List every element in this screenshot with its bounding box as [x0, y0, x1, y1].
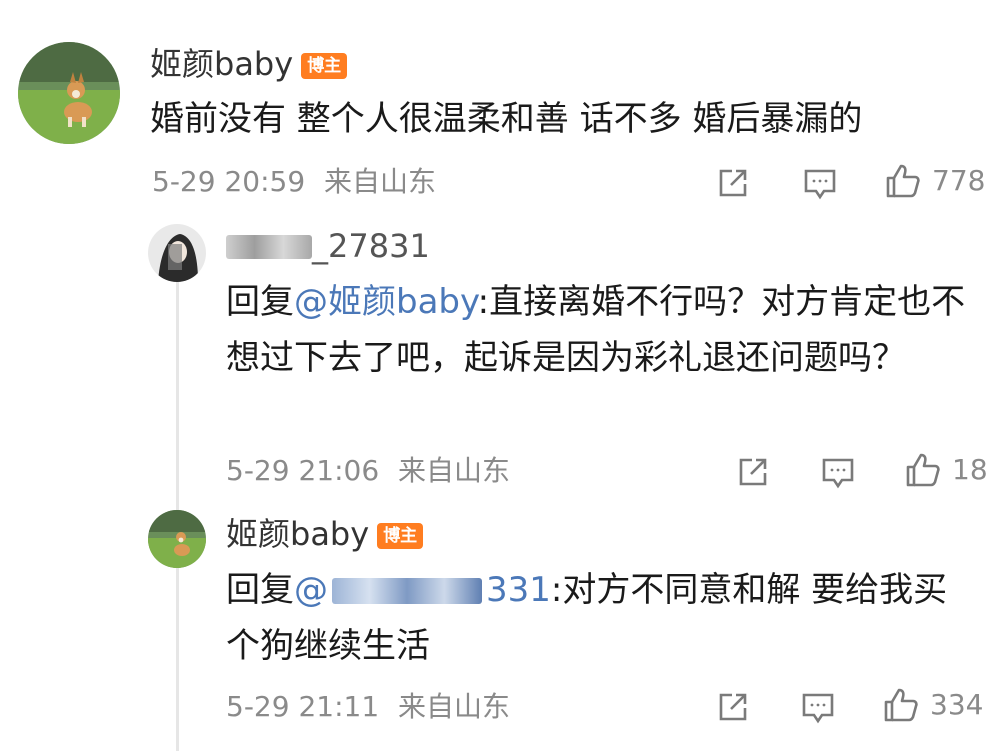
share-icon	[716, 166, 750, 200]
like-icon	[884, 162, 922, 200]
comment-text: 婚前没有 整个人很温柔和善 话不多 婚后暴漏的	[150, 99, 863, 139]
reply-button[interactable]	[820, 455, 856, 491]
share-button[interactable]	[736, 455, 770, 489]
avatar[interactable]	[148, 224, 206, 282]
timestamp: 5-29 21:06	[226, 454, 380, 487]
author-badge: 博主	[377, 523, 424, 549]
like-count: 18	[952, 453, 988, 486]
reply-meta: 5-29 21:11 来自山东	[226, 693, 510, 721]
reply-prefix: 回复	[226, 282, 294, 322]
avatar[interactable]	[18, 42, 120, 144]
like-icon	[882, 686, 920, 724]
comment-icon	[802, 166, 838, 202]
comment-meta: 5-29 20:59 来自山东	[152, 168, 436, 196]
author-name[interactable]: 姬颜baby	[226, 515, 369, 553]
like-button[interactable]: 334	[882, 686, 983, 724]
like-count: 334	[930, 688, 984, 721]
share-button[interactable]	[716, 166, 750, 200]
comment-author[interactable]: 姬颜baby 博主	[150, 45, 348, 83]
share-icon	[716, 690, 750, 724]
location: 来自山东	[398, 690, 511, 723]
location: 来自山东	[324, 165, 437, 198]
timestamp: 5-29 21:11	[226, 690, 380, 723]
avatar[interactable]	[148, 510, 206, 568]
mention-link[interactable]: @姬颜baby	[294, 282, 478, 322]
masked-username	[226, 235, 312, 259]
timestamp: 5-29 20:59	[152, 165, 306, 198]
author-name[interactable]: _27831	[312, 227, 430, 265]
share-icon	[736, 455, 770, 489]
like-button[interactable]: 778	[884, 162, 985, 200]
mention-link[interactable]: @331	[294, 570, 551, 610]
reply-button[interactable]	[802, 166, 838, 202]
reply-prefix: 回复	[226, 570, 294, 610]
share-button[interactable]	[716, 690, 750, 724]
reply-meta: 5-29 21:06 来自山东	[226, 457, 510, 485]
like-icon	[904, 451, 942, 489]
reply-author[interactable]: 姬颜baby 博主	[226, 515, 424, 553]
like-count: 778	[932, 164, 986, 197]
author-name[interactable]: 姬颜baby	[150, 45, 293, 83]
comment-icon	[800, 690, 836, 726]
like-button[interactable]: 18	[904, 451, 988, 489]
masked-username	[332, 578, 482, 604]
location: 来自山东	[398, 454, 511, 487]
reply-author[interactable]: _27831	[226, 230, 430, 262]
reply-button[interactable]	[800, 690, 836, 726]
comment-icon	[820, 455, 856, 491]
reply-text: 回复@姬颜baby:直接离婚不行吗？对方肯定也不想过下去了吧，起诉是因为彩礼退还…	[226, 274, 966, 386]
author-badge: 博主	[301, 53, 348, 79]
reply-text: 回复@ 331:对方不同意和解 要给我买个狗继续生活	[226, 562, 966, 674]
